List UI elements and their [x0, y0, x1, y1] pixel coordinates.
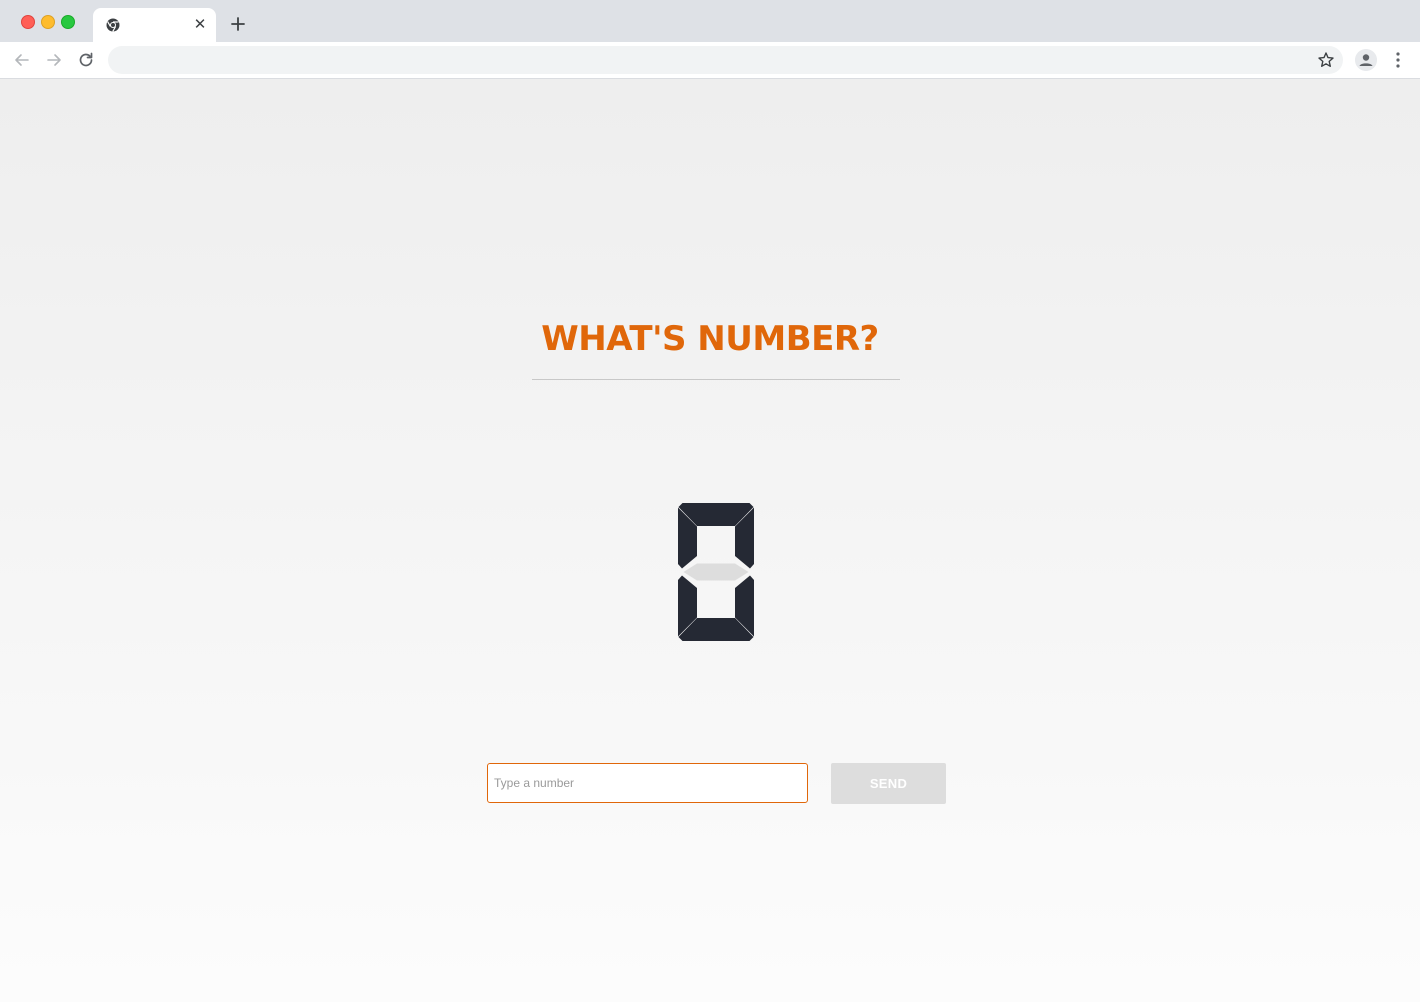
segment-middle	[683, 563, 749, 581]
window-minimize-button[interactable]	[41, 15, 55, 29]
reload-icon[interactable]	[76, 50, 96, 70]
forward-arrow-icon[interactable]	[44, 50, 64, 70]
browser-tab[interactable]: ✕	[93, 8, 216, 42]
window-maximize-button[interactable]	[61, 15, 75, 29]
number-input[interactable]	[487, 763, 808, 803]
page-content: WHAT'S NUMBER? SEND	[0, 79, 1420, 1002]
window-close-button[interactable]	[21, 15, 35, 29]
browser-chrome: ✕	[0, 0, 1420, 79]
bookmark-star-icon[interactable]	[1317, 51, 1335, 69]
seven-segment-display	[678, 503, 754, 641]
plus-icon[interactable]	[228, 14, 248, 34]
close-icon[interactable]: ✕	[192, 17, 208, 33]
chrome-icon	[106, 18, 120, 32]
title-divider	[532, 379, 900, 380]
back-arrow-icon[interactable]	[12, 50, 32, 70]
browser-toolbar	[0, 42, 1420, 79]
tab-strip: ✕	[0, 0, 1420, 42]
page-title: WHAT'S NUMBER?	[541, 319, 879, 359]
address-bar[interactable]	[108, 46, 1343, 74]
profile-avatar-icon[interactable]	[1355, 49, 1377, 71]
kebab-menu-icon[interactable]	[1389, 50, 1407, 70]
send-button[interactable]: SEND	[831, 763, 946, 804]
